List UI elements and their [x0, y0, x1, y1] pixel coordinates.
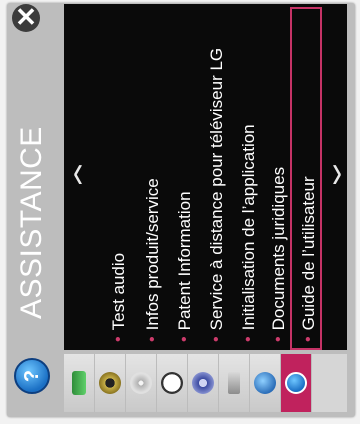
menu-item-app-reset[interactable]: • Initialisation de l’application [236, 124, 262, 342]
bullet-icon: • [208, 336, 225, 342]
menu-item-legal-documents[interactable]: • Documents juridiques [266, 167, 292, 342]
menu-item-patent-information[interactable]: • Patent Information [172, 191, 198, 342]
menu-item-label: Test audio [109, 252, 128, 331]
bullet-icon: • [144, 336, 161, 342]
support-icon [285, 372, 307, 394]
speaker-icon [99, 372, 121, 394]
tile-audio[interactable] [95, 354, 126, 412]
tile-disc[interactable] [126, 354, 157, 412]
menu-item-label: Initialisation de l’application [239, 124, 258, 331]
close-button[interactable]: ✕ [12, 4, 40, 32]
globe-icon [254, 372, 276, 394]
menu-item-test-audio[interactable]: • Test audio [106, 253, 132, 342]
menu-item-label: Service à distance pour téléviseur LG [207, 47, 226, 331]
menu-item-label: Infos produit/service [143, 178, 162, 331]
menu-item-label: Guide de l’utilisateur [299, 176, 318, 331]
menu-item-user-guide[interactable]: • Guide de l’utilisateur [296, 176, 322, 342]
menu-item-label: Patent Information [175, 191, 194, 331]
tile-support[interactable] [281, 354, 312, 412]
help-icon: ? [14, 358, 50, 394]
next-arrow-icon[interactable]: › [327, 146, 347, 200]
page-title: ASSISTANCE [15, 126, 48, 319]
bullet-icon: • [300, 336, 317, 342]
category-bar [64, 354, 347, 412]
tile-clock[interactable] [157, 354, 188, 412]
menu-item-label: Documents juridiques [269, 166, 288, 331]
lock-icon [228, 372, 240, 394]
bullet-icon: • [240, 336, 257, 342]
tile-media[interactable] [188, 354, 219, 412]
disc-icon [130, 372, 152, 394]
previous-arrow-icon[interactable]: ‹ [68, 146, 88, 200]
help-glyph: ? [21, 369, 43, 383]
battery-icon [72, 371, 86, 395]
menu-item-product-info[interactable]: • Infos produit/service [140, 178, 166, 342]
bullet-icon: • [270, 336, 287, 342]
menu-panel: ‹ › • Test audio • Infos produit/service •… [64, 4, 347, 350]
bullet-icon: • [110, 336, 127, 342]
clock-icon [161, 372, 183, 394]
tile-battery[interactable] [64, 354, 95, 412]
tile-lock[interactable] [219, 354, 250, 412]
media-icon [192, 372, 214, 394]
tile-network[interactable] [250, 354, 281, 412]
bullet-icon: • [176, 336, 193, 342]
menu-item-remote-service[interactable]: • Service à distance pour téléviseur LG [204, 48, 230, 342]
